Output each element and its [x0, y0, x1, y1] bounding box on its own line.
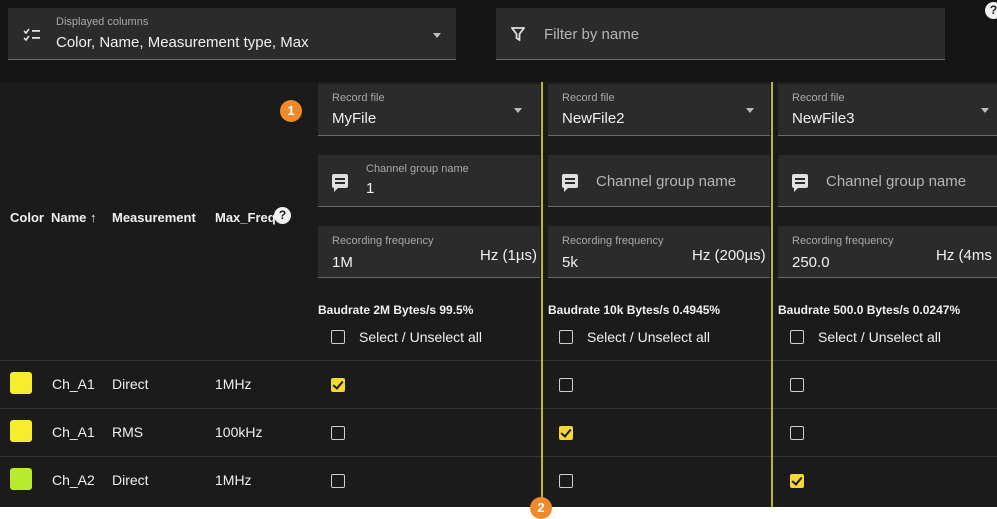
name-column-header[interactable]: Name ↑ [51, 210, 97, 225]
record-file-select-2[interactable]: Record file NewFile2 [548, 84, 770, 136]
baudrate-text-3: Baudrate 500.0 Bytes/s 0.0247% [778, 303, 961, 317]
record-checkbox[interactable] [790, 474, 804, 488]
displayed-columns-value: Color, Name, Measurement type, Max [56, 34, 309, 51]
callout-badge-1: 1 [280, 100, 302, 122]
color-swatch[interactable] [10, 468, 32, 490]
chevron-down-icon [746, 108, 754, 113]
row-max-freq: 100kHz [215, 424, 263, 440]
top-toolbar: Displayed columns Color, Name, Measureme… [0, 0, 997, 82]
row-divider [0, 360, 997, 361]
select-all-checkbox-3[interactable] [790, 330, 804, 344]
record-checkbox[interactable] [559, 474, 573, 488]
color-swatch[interactable] [10, 372, 32, 394]
displayed-columns-label: Displayed columns [56, 16, 149, 28]
row-name: Ch_A1 [52, 424, 95, 440]
checklist-icon [23, 28, 40, 42]
chevron-down-icon [514, 108, 522, 113]
record-checkbox[interactable] [559, 378, 573, 392]
filter-icon [511, 27, 525, 41]
row-max-freq: 1MHz [215, 472, 252, 488]
record-column-divider[interactable] [541, 82, 543, 507]
baudrate-text-2: Baudrate 10k Bytes/s 0.4945% [548, 303, 721, 317]
measurement-table: Color Name ↑ Measurement Max_Freq ? Reco… [0, 82, 997, 507]
row-divider [0, 456, 997, 457]
color-column-header[interactable]: Color [10, 210, 44, 225]
record-checkbox[interactable] [559, 426, 573, 440]
baudrate-text-1: Baudrate 2M Bytes/s 99.5% [318, 303, 474, 317]
select-all-label-2[interactable]: Select / Unselect all [587, 329, 710, 345]
message-icon [332, 174, 348, 192]
help-icon[interactable]: ? [985, 2, 997, 19]
recording-frequency-input-3[interactable]: Recording frequency 250.0 Hz (4ms [778, 226, 997, 278]
record-file-select-1[interactable]: Record file MyFile [318, 84, 540, 136]
color-swatch[interactable] [10, 420, 32, 442]
record-checkbox[interactable] [331, 426, 345, 440]
select-all-label-1[interactable]: Select / Unselect all [359, 329, 482, 345]
filter-by-name-input[interactable]: Filter by name [496, 8, 945, 60]
message-icon [792, 174, 808, 192]
row-measurement: Direct [112, 472, 149, 488]
filter-placeholder: Filter by name [544, 26, 640, 43]
channel-group-input-1[interactable]: Channel group name 1 [318, 155, 540, 207]
record-checkbox[interactable] [331, 378, 345, 392]
row-divider [0, 408, 997, 409]
max-freq-column-header[interactable]: Max_Freq [215, 210, 276, 225]
row-name: Ch_A1 [52, 376, 95, 392]
row-name: Ch_A2 [52, 472, 95, 488]
displayed-columns-select[interactable]: Displayed columns Color, Name, Measureme… [8, 8, 456, 60]
measurement-column-header[interactable]: Measurement [112, 210, 196, 225]
record-checkbox[interactable] [331, 474, 345, 488]
record-file-select-3[interactable]: Record file NewFile3 [778, 84, 997, 136]
select-all-checkbox-2[interactable] [559, 330, 573, 344]
channel-group-input-3[interactable]: Channel group name [778, 155, 997, 207]
row-measurement: RMS [112, 424, 144, 440]
channel-group-input-2[interactable]: Channel group name [548, 155, 770, 207]
select-all-checkbox-1[interactable] [331, 330, 345, 344]
recording-frequency-input-1[interactable]: Recording frequency 1M Hz (1µs) [318, 226, 540, 278]
record-column-divider[interactable] [771, 82, 773, 507]
max-freq-help-icon[interactable]: ? [274, 207, 291, 224]
callout-badge-2: 2 [530, 497, 552, 519]
record-checkbox[interactable] [790, 378, 804, 392]
chevron-down-icon [433, 33, 441, 38]
record-checkbox[interactable] [790, 426, 804, 440]
row-max-freq: 1MHz [215, 376, 252, 392]
chevron-down-icon [981, 108, 989, 113]
row-measurement: Direct [112, 376, 149, 392]
recording-frequency-input-2[interactable]: Recording frequency 5k Hz (200µs) [548, 226, 770, 278]
message-icon [562, 174, 578, 192]
select-all-label-3[interactable]: Select / Unselect all [818, 329, 941, 345]
